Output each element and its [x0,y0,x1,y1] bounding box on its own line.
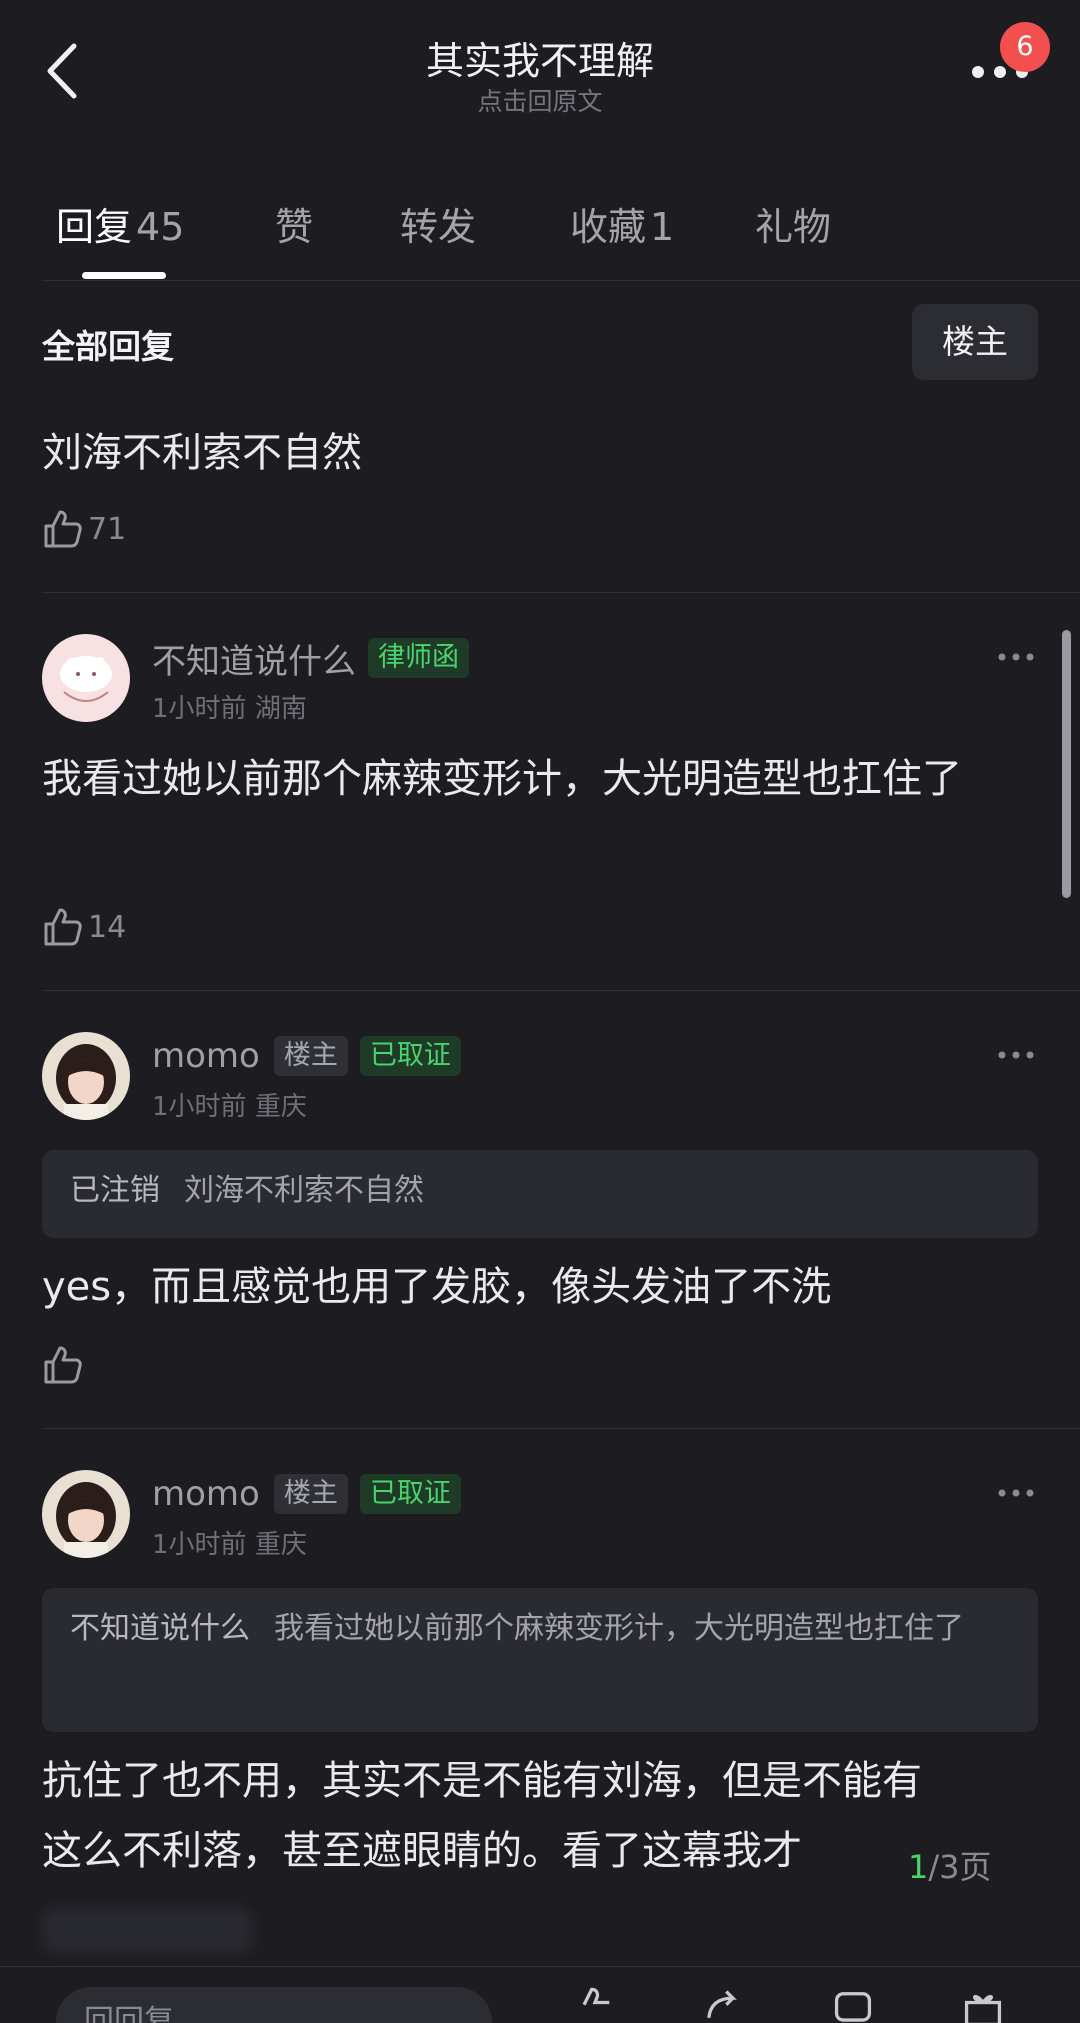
reply-like-button[interactable]: 14 [42,904,126,950]
reply-input[interactable]: 回回复 [56,1987,492,2023]
tab-bar: 回复 45 赞 转发 收藏 1 礼物 [0,180,1080,280]
quoted-comment[interactable]: 已注销 刘海不利索不自然 [42,1150,1038,1238]
reply-time: 1小时前 [152,1530,247,1560]
like-action-icon[interactable] [572,1985,618,2023]
thumbs-up-icon [44,1346,82,1384]
thumbs-up-icon [44,510,82,548]
op-tag: 楼主 [273,1474,348,1514]
tab-replies-count: 45 [136,205,185,249]
top-nav-bar: 其实我不理解 点击回原文 6 [0,0,1080,150]
tabs-divider [42,280,1080,281]
current-page: 1 [908,1848,929,1886]
reply-header: momo 楼主 已取证 [152,1034,461,1078]
tab-favorites-count: 1 [650,205,675,249]
avatar[interactable] [42,1032,130,1120]
original-comment-text: 刘海不利索不自然 [42,430,362,476]
reply-like-button[interactable] [42,1342,84,1388]
user-tag: 已取证 [359,1036,461,1076]
page-indicator[interactable]: 1/3页 [908,1842,992,1888]
avatar-image [42,1032,130,1120]
reply-more-icon[interactable] [996,1048,1036,1062]
reply-header: 不知道说什么 律师函 [152,634,469,683]
reply-text: yes，而且感觉也用了发胶，像头发油了不洗 [42,1264,832,1310]
reply-meta: 1小时前 重庆 [152,1086,307,1123]
reply-text: 抗住了也不用，其实不是不能有刘海，但是不能有这么不利落，甚至遮眼睛的。看了这幕我… [42,1758,922,1874]
tab-gifts-label: 礼物 [755,205,832,249]
reply-time: 1小时前 [152,1092,247,1122]
post-title[interactable]: 其实我不理解 [0,30,1080,85]
user-tag: 律师函 [368,638,469,678]
username[interactable]: 不知道说什么 [152,634,356,683]
share-icon[interactable] [700,1985,746,2023]
quoted-username: 不知道说什么 [70,1611,250,1646]
reply-location: 重庆 [254,1530,307,1560]
tab-gifts[interactable]: 礼物 [755,196,831,251]
tab-favorites-label: 收藏 [570,205,647,249]
reply-location: 重庆 [254,1092,307,1122]
avatar[interactable] [42,1470,130,1558]
reply-more-icon[interactable] [996,650,1036,664]
tab-reposts[interactable]: 转发 [400,196,476,251]
section-title: 全部回复 [42,327,174,366]
op-only-filter-button[interactable]: 楼主 [912,304,1038,380]
comment-divider [42,990,1080,991]
reply-more-icon[interactable] [996,1486,1036,1500]
quoted-comment[interactable]: 不知道说什么 我看过她以前那个麻辣变形计，大光明造型也扛住了 [42,1588,1038,1732]
reply-meta: 1小时前 湖南 [152,688,307,725]
original-comment-like-button[interactable]: 71 [42,506,126,552]
back-to-original-link[interactable]: 点击回原文 [0,82,1080,118]
comment-divider [42,592,1080,593]
reply-meta: 1小时前 重庆 [152,1524,307,1561]
avatar[interactable] [42,634,130,722]
quoted-text: 我看过她以前那个麻辣变形计，大光明造型也扛住了 [274,1611,964,1646]
scrollbar[interactable] [1062,630,1071,898]
op-tag: 楼主 [273,1036,348,1076]
like-count: 71 [88,511,127,547]
username[interactable]: momo [152,1474,260,1514]
reply-location: 湖南 [254,694,307,724]
quoted-username: 已注销 [70,1173,160,1208]
page-total: /3页 [928,1848,992,1886]
tab-replies-label: 回复 [56,205,133,249]
blurred-content [42,1908,252,1954]
reply-time: 1小时前 [152,694,247,724]
user-tag: 已取证 [359,1474,461,1514]
gift-icon[interactable] [960,1985,1006,2023]
tab-favorites[interactable]: 收藏 1 [570,196,674,251]
avatar-image [42,634,130,722]
notification-badge: 6 [1000,22,1050,72]
reply-header: momo 楼主 已取证 [152,1472,461,1516]
username[interactable]: momo [152,1036,260,1076]
like-count: 14 [88,909,127,945]
tab-likes[interactable]: 赞 [275,196,313,251]
bottom-action-bar: 回回复 [0,1966,1080,2023]
tab-reposts-label: 转发 [400,205,477,249]
quoted-text: 刘海不利索不自然 [184,1173,424,1208]
comment-divider [42,1428,1080,1429]
comment-icon[interactable] [830,1985,876,2023]
active-tab-indicator [82,272,166,279]
tab-replies[interactable]: 回复 45 [56,196,184,251]
tab-likes-label: 赞 [275,205,314,249]
reply-text: 我看过她以前那个麻辣变形计，大光明造型也扛住了 [42,756,962,802]
thumbs-up-icon [44,908,82,946]
avatar-image [42,1470,130,1558]
